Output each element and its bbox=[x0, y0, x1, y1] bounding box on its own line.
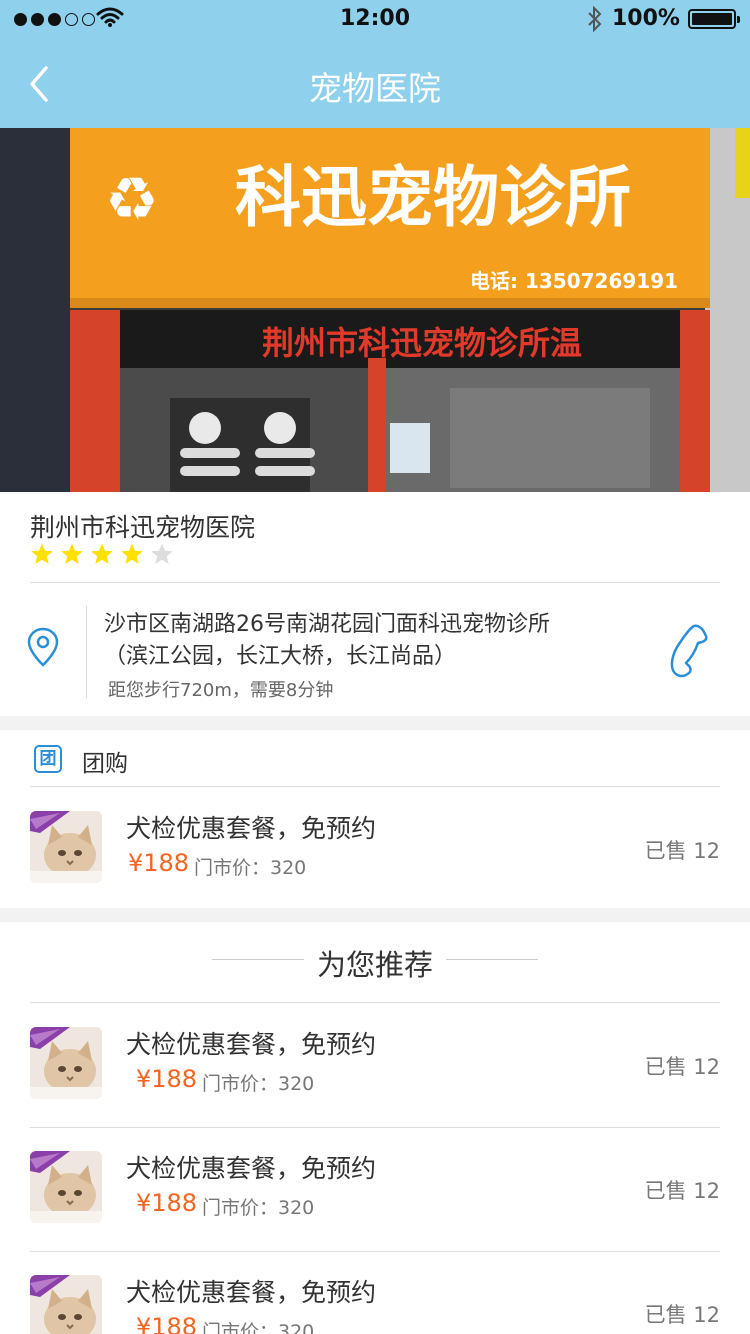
svg-text:♻: ♻ bbox=[105, 165, 159, 235]
address-line1[interactable]: 沙市区南湖路26号南湖花园门面科迅宠物诊所 bbox=[104, 606, 550, 638]
sign-phone: 电话: 13507269191 bbox=[470, 269, 678, 293]
deal-original-price: 门市价：320 bbox=[202, 1321, 315, 1334]
group-buy-icon: 团 bbox=[34, 745, 62, 773]
deal-thumbnail bbox=[30, 1151, 102, 1223]
recommend-header: 为您推荐 bbox=[0, 940, 750, 984]
deal-thumbnail bbox=[30, 1027, 102, 1099]
deal-item[interactable]: 犬检优惠套餐，免预约 ¥188 门市价：320 已售 12 bbox=[0, 1127, 750, 1247]
star-icon bbox=[31, 543, 53, 564]
battery-percent: 100% bbox=[612, 6, 680, 31]
store-name: 荆州市科迅宠物医院 bbox=[30, 513, 256, 542]
deal-title: 犬检优惠套餐，免预约 bbox=[126, 1154, 377, 1183]
deal-title: 犬检优惠套餐，免预约 bbox=[126, 814, 377, 843]
deal-original-price: 门市价：320 bbox=[202, 1197, 315, 1219]
star-icon bbox=[151, 543, 173, 564]
deal-price: ¥188 bbox=[136, 1065, 198, 1093]
divider bbox=[30, 582, 720, 583]
status-bar: 12:00 100% bbox=[0, 0, 750, 40]
deal-thumbnail bbox=[30, 1275, 102, 1334]
deal-item[interactable]: 犬检优惠套餐，免预约 ¥188 门市价：320 已售 12 bbox=[0, 1251, 750, 1334]
deal-sold-count: 已售 12 bbox=[644, 839, 720, 863]
led-text: 荆州市科迅宠物诊所温 bbox=[262, 324, 582, 362]
deal-sold-count: 已售 12 bbox=[644, 1055, 720, 1079]
group-buy-section: 团 团购 犬检优惠套餐，免预约 ¥188 门市价：320 已售 12 bbox=[0, 730, 750, 908]
deal-item[interactable]: 犬检优惠套餐，免预约 ¥188 门市价：320 已售 12 bbox=[0, 1003, 750, 1123]
divider bbox=[86, 606, 87, 698]
deal-thumbnail bbox=[30, 811, 102, 883]
deal-original-price: 门市价：320 bbox=[194, 857, 307, 879]
page-title: 宠物医院 bbox=[309, 69, 441, 108]
star-icon bbox=[121, 543, 143, 564]
group-buy-title: 团购 bbox=[82, 751, 128, 777]
deal-item[interactable]: 犬检优惠套餐，免预约 ¥188 门市价：320 已售 12 bbox=[0, 787, 750, 907]
star-icon bbox=[61, 543, 83, 564]
deal-original-price: 门市价：320 bbox=[202, 1073, 315, 1095]
deal-title: 犬检优惠套餐，免预约 bbox=[126, 1278, 377, 1307]
deal-sold-count: 已售 12 bbox=[644, 1179, 720, 1203]
location-pin-icon[interactable] bbox=[26, 626, 60, 668]
store-photo: ♻ 科迅宠物诊所 电话: 13507269191 荆州市科迅宠物诊所温 bbox=[0, 128, 750, 492]
deal-price: ¥188 bbox=[136, 1189, 198, 1217]
address-line2[interactable]: （滨江公园，长江大桥，长江尚品） bbox=[104, 638, 456, 670]
star-icon bbox=[91, 543, 113, 564]
rating-stars bbox=[30, 542, 174, 566]
phone-icon[interactable] bbox=[664, 622, 712, 678]
bluetooth-icon bbox=[588, 6, 602, 32]
deal-title: 犬检优惠套餐，免预约 bbox=[126, 1030, 377, 1059]
battery-icon bbox=[688, 9, 740, 29]
divider bbox=[446, 959, 538, 960]
header: 12:00 100% 宠物医院 bbox=[0, 0, 750, 128]
deal-sold-count: 已售 12 bbox=[644, 1303, 720, 1327]
recommend-section: 为您推荐 犬检优惠套餐，免预约 ¥188 门市价：320 已售 12 犬检优惠套餐，免预… bbox=[0, 922, 750, 1334]
navbar: 宠物医院 bbox=[0, 40, 750, 128]
store-info: 荆州市科迅宠物医院 沙市区南湖路26号南湖花园门面科迅宠物诊所 （滨江公园，长江… bbox=[0, 492, 750, 716]
deal-price: ¥188 bbox=[136, 1313, 198, 1334]
sign-text: 科迅宠物诊所 bbox=[235, 159, 631, 236]
recommend-title: 为您推荐 bbox=[316, 948, 433, 982]
deal-price: ¥188 bbox=[128, 849, 190, 877]
distance-text: 距您步行720m，需要8分钟 bbox=[108, 680, 334, 701]
